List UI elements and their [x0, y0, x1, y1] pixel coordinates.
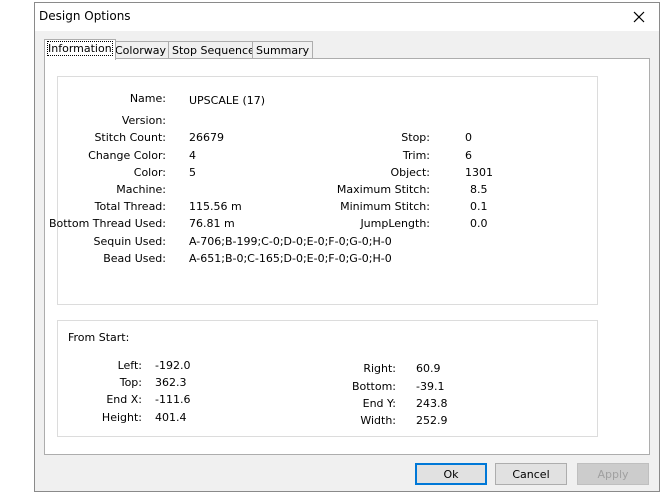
stitch-count-label: Stitch Count: [94, 131, 166, 144]
left-value: -192.0 [155, 359, 191, 372]
height-value: 401.4 [155, 411, 187, 424]
end-y-label: End Y: [362, 397, 396, 410]
tab-colorway[interactable]: Colorway [111, 41, 170, 58]
height-label: Height: [101, 411, 142, 424]
title-bar: Design Options [35, 3, 659, 31]
right-value: 60.9 [416, 362, 441, 375]
ok-button[interactable]: Ok [415, 463, 487, 485]
from-start-heading: From Start: [68, 331, 130, 344]
close-button[interactable] [619, 3, 659, 31]
sequin-label: Sequin Used: [93, 235, 166, 248]
object-label: Object: [390, 166, 430, 179]
left-label: Left: [117, 359, 142, 372]
max-stitch-label: Maximum Stitch: [336, 183, 430, 196]
stitch-count-value: 26679 [189, 131, 224, 144]
end-x-label: End X: [106, 393, 142, 406]
tab-colorway-label: Colorway [115, 44, 166, 57]
max-stitch-value: 8.5 [470, 183, 488, 196]
apply-button[interactable]: Apply [577, 463, 649, 485]
total-thread-label: Total Thread: [94, 200, 166, 213]
color-value: 5 [189, 166, 196, 179]
min-stitch-value: 0.1 [470, 200, 488, 213]
machine-label: Machine: [116, 183, 166, 196]
stop-label: Stop: [401, 131, 430, 144]
design-info-group: Name: UPSCALE (17) Version: Stitch Count… [49, 76, 598, 305]
total-thread-value: 115.56 m [189, 200, 242, 213]
tab-stop-sequence[interactable]: Stop Sequence [168, 41, 259, 58]
end-x-value: -111.6 [155, 393, 191, 406]
tab-summary[interactable]: Summary [252, 41, 314, 58]
cancel-button[interactable]: Cancel [495, 463, 567, 485]
top-label: Top: [119, 376, 142, 389]
object-value: 1301 [465, 166, 493, 179]
bead-value: A-651;B-0;C-165;D-0;E-0;F-0;G-0;H-0 [189, 252, 392, 265]
bottom-thread-value: 76.81 m [189, 217, 235, 230]
bead-label: Bead Used: [103, 252, 166, 265]
information-panel: Name: UPSCALE (17) Version: Stitch Count… [44, 58, 650, 455]
change-color-label: Change Color: [88, 149, 166, 162]
sequin-value: A-706;B-199;C-0;D-0;E-0;F-0;G-0;H-0 [189, 235, 392, 248]
dialog-title: Design Options [39, 9, 131, 23]
end-y-value: 243.8 [416, 397, 448, 410]
width-label: Width: [360, 414, 396, 427]
trim-value: 6 [465, 149, 472, 162]
stop-value: 0 [465, 131, 472, 144]
tab-information-label: Information [47, 41, 113, 56]
design-options-dialog: Design Options Information Colorway Stop… [34, 2, 660, 492]
tab-summary-label: Summary [256, 44, 310, 57]
change-color-value: 4 [189, 149, 196, 162]
width-value: 252.9 [416, 414, 448, 427]
bottom-thread-label: Bottom Thread Used: [48, 217, 166, 230]
jump-length-label: JumpLength: [360, 217, 430, 230]
bottom-value: -39.1 [416, 380, 445, 393]
version-label: Version: [121, 114, 166, 127]
min-stitch-label: Minimum Stitch: [340, 200, 430, 213]
top-value: 362.3 [155, 376, 187, 389]
right-label: Right: [363, 362, 396, 375]
color-label: Color: [133, 166, 166, 179]
tab-stop-sequence-label: Stop Sequence [172, 44, 255, 57]
name-label: Name: [129, 92, 166, 105]
close-icon [633, 11, 645, 23]
from-start-group: From Start: Left: -192.0 Top: 362.3 End … [57, 320, 598, 437]
jump-length-value: 0.0 [470, 217, 488, 230]
name-value: UPSCALE (17) [189, 94, 266, 107]
bottom-label: Bottom: [351, 380, 396, 393]
tab-information[interactable]: Information [44, 39, 116, 60]
trim-label: Trim: [402, 149, 430, 162]
